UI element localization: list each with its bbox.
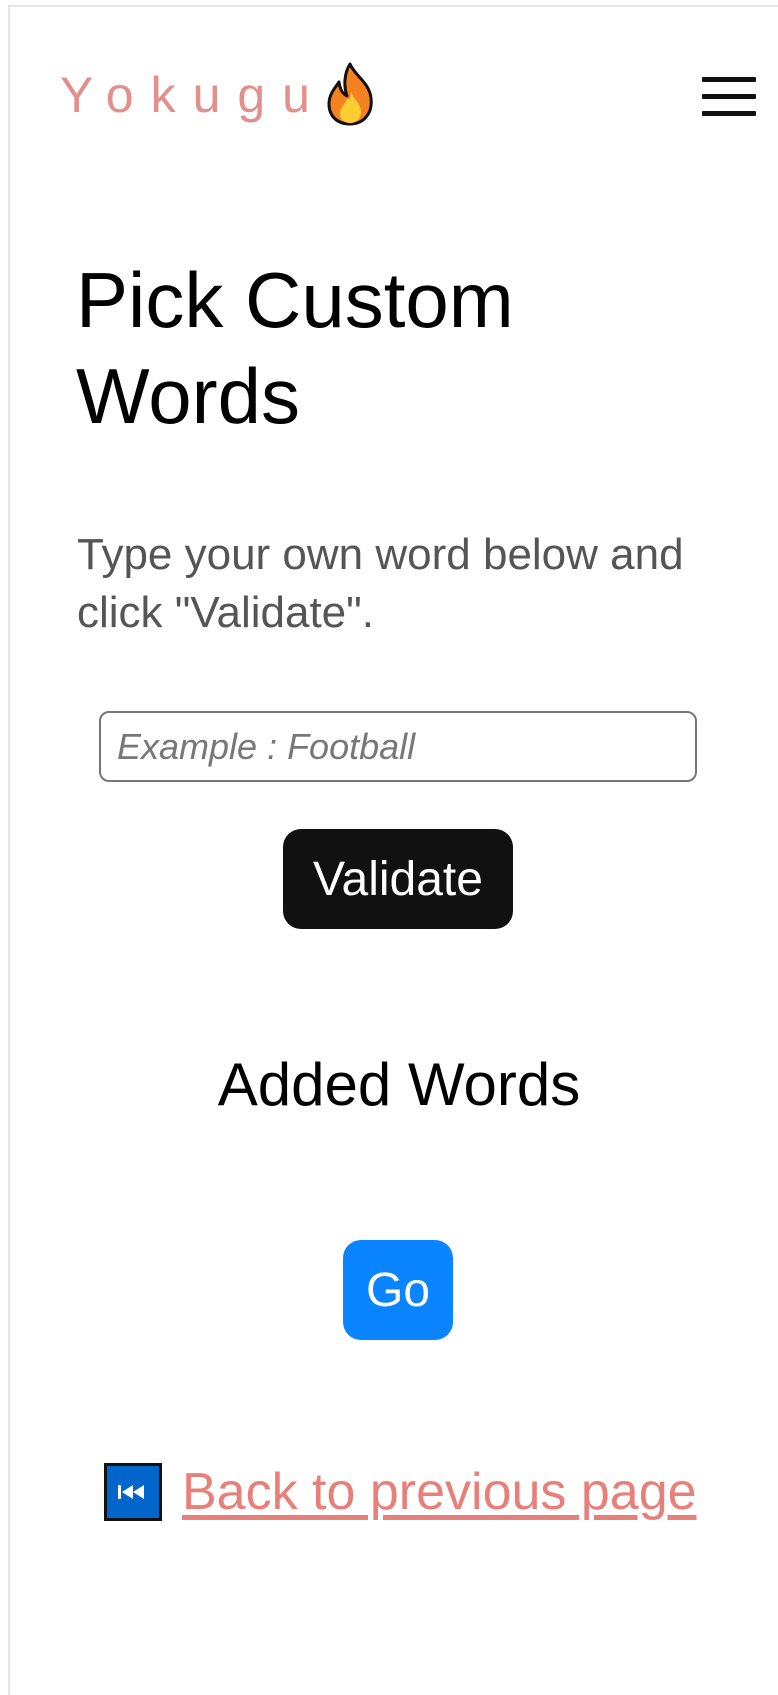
menu-bar [702, 77, 756, 82]
added-words-title: Added Words [217, 1051, 581, 1118]
header: Yokugu [0, 0, 778, 200]
instructions-text: Type your own word below and click "Vali… [77, 530, 684, 637]
brand-logo[interactable]: Yokugu [60, 62, 377, 128]
menu-bar [702, 94, 756, 99]
page-title: Pick Custom Words [76, 256, 514, 440]
custom-word-input[interactable] [99, 711, 697, 782]
back-link[interactable]: Back to previous page [182, 1462, 697, 1522]
brand-name: Yokugu [60, 67, 327, 123]
menu-bar [702, 111, 756, 116]
back-link-row[interactable]: Back to previous page [104, 1462, 697, 1522]
hamburger-menu-icon[interactable] [702, 74, 758, 118]
validate-button[interactable]: Validate [283, 829, 513, 929]
rewind-icon [104, 1463, 162, 1521]
fire-icon [327, 62, 373, 126]
go-button[interactable]: Go [343, 1240, 453, 1340]
